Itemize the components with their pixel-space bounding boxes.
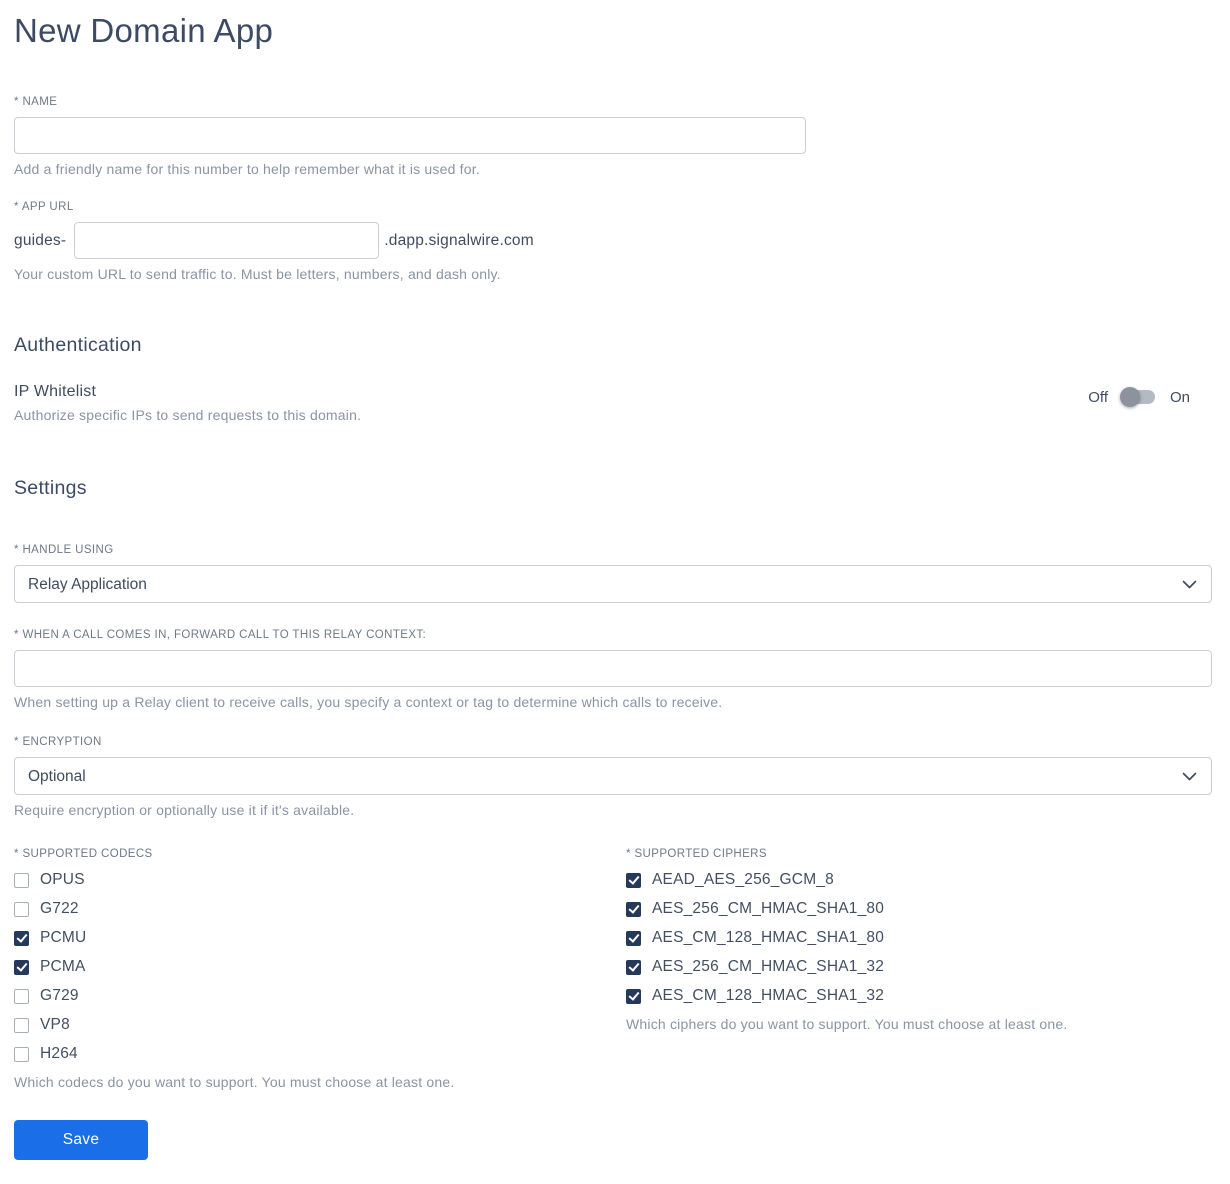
codec-checkbox[interactable]	[14, 1046, 29, 1062]
ip-whitelist-helper: Authorize specific IPs to send requests …	[14, 407, 362, 423]
new-domain-app-form: New Domain App * NAME Add a friendly nam…	[0, 0, 1230, 1184]
cipher-label[interactable]: AES_CM_128_HMAC_SHA1_80	[652, 929, 884, 947]
cipher-checkbox[interactable]	[626, 930, 641, 946]
relay-context-label: * WHEN A CALL COMES IN, FORWARD CALL TO …	[14, 629, 427, 641]
ciphers-helper: Which ciphers do you want to support. Yo…	[626, 1016, 1068, 1032]
codec-checkbox[interactable]	[14, 959, 29, 975]
cipher-label[interactable]: AEAD_AES_256_GCM_8	[652, 871, 834, 889]
cipher-row: AES_CM_128_HMAC_SHA1_80	[626, 929, 1212, 947]
codec-checkbox[interactable]	[14, 988, 29, 1004]
cipher-row: AES_256_CM_HMAC_SHA1_32	[626, 958, 1212, 976]
supported-ciphers-group: * SUPPORTED CIPHERS AEAD_AES_256_GCM_8 A…	[626, 848, 1212, 1032]
cipher-label[interactable]: AES_256_CM_HMAC_SHA1_32	[652, 958, 884, 976]
encryption-helper: Require encryption or optionally use it …	[14, 802, 355, 818]
app-url-label: * APP URL	[14, 201, 74, 213]
codec-row: OPUS	[14, 871, 626, 889]
supported-ciphers-label: * SUPPORTED CIPHERS	[626, 848, 767, 860]
toggle-on-label: On	[1169, 388, 1190, 406]
codec-checkbox[interactable]	[14, 1017, 29, 1033]
cipher-row: AES_256_CM_HMAC_SHA1_80	[626, 900, 1212, 918]
supported-codecs-group: * SUPPORTED CODECS OPUS G722 PCMU PCMA G…	[14, 848, 626, 1090]
codec-checkbox[interactable]	[14, 901, 29, 917]
encryption-select-wrap: Optional	[14, 757, 1212, 795]
app-url-prefix: guides-	[14, 231, 67, 249]
encryption-select[interactable]: Optional	[14, 757, 1212, 795]
supported-codecs-label: * SUPPORTED CODECS	[14, 848, 153, 860]
codec-row: G722	[14, 900, 626, 918]
relay-context-input[interactable]	[14, 650, 1212, 687]
codecs-ciphers-section: * SUPPORTED CODECS OPUS G722 PCMU PCMA G…	[14, 848, 1212, 1090]
codec-row: G729	[14, 987, 626, 1005]
name-helper: Add a friendly name for this number to h…	[14, 161, 480, 177]
codec-checkbox[interactable]	[14, 930, 29, 946]
codec-row: VP8	[14, 1016, 626, 1034]
handle-using-select-wrap: Relay Application	[14, 565, 1212, 603]
codec-label[interactable]: G722	[40, 900, 79, 918]
app-url-helper: Your custom URL to send traffic to. Must…	[14, 266, 501, 282]
app-url-input[interactable]	[74, 222, 380, 259]
name-input[interactable]	[14, 117, 806, 154]
codec-row: PCMU	[14, 929, 626, 947]
save-button[interactable]: Save	[14, 1120, 148, 1160]
name-field-group: * NAME Add a friendly name for this numb…	[14, 96, 1212, 177]
codec-label[interactable]: H264	[40, 1045, 78, 1063]
name-label: * NAME	[14, 96, 58, 108]
encryption-label: * ENCRYPTION	[14, 736, 102, 748]
toggle-off-label: Off	[1088, 388, 1108, 406]
cipher-checkbox[interactable]	[626, 901, 641, 917]
codec-label[interactable]: G729	[40, 987, 79, 1005]
handle-using-select[interactable]: Relay Application	[14, 565, 1212, 603]
codec-checkbox[interactable]	[14, 872, 29, 888]
app-url-field-group: * APP URL guides- .dapp.signalwire.com Y…	[14, 201, 1212, 282]
ip-whitelist-toggle[interactable]	[1119, 387, 1158, 407]
codec-label[interactable]: OPUS	[40, 871, 85, 889]
cipher-checkbox[interactable]	[626, 988, 641, 1004]
codecs-helper: Which codecs do you want to support. You…	[14, 1074, 455, 1090]
codec-label[interactable]: PCMU	[40, 929, 86, 947]
page-title: New Domain App	[14, 12, 274, 49]
cipher-label[interactable]: AES_256_CM_HMAC_SHA1_80	[652, 900, 884, 918]
settings-heading: Settings	[14, 477, 87, 499]
cipher-label[interactable]: AES_CM_128_HMAC_SHA1_32	[652, 987, 884, 1005]
relay-context-helper: When setting up a Relay client to receiv…	[14, 694, 723, 710]
codec-row: H264	[14, 1045, 626, 1063]
cipher-checkbox[interactable]	[626, 872, 641, 888]
cipher-row: AEAD_AES_256_GCM_8	[626, 871, 1212, 889]
app-url-suffix: .dapp.signalwire.com	[384, 231, 534, 249]
ip-whitelist-row: IP Whitelist Authorize specific IPs to s…	[14, 383, 1212, 423]
codec-row: PCMA	[14, 958, 626, 976]
authentication-heading: Authentication	[14, 334, 142, 356]
cipher-checkbox[interactable]	[626, 959, 641, 975]
toggle-knob-icon	[1119, 387, 1140, 407]
handle-using-label: * HANDLE USING	[14, 544, 114, 556]
ip-whitelist-label: IP Whitelist	[14, 383, 97, 400]
cipher-row: AES_CM_128_HMAC_SHA1_32	[626, 987, 1212, 1005]
codec-label[interactable]: PCMA	[40, 958, 86, 976]
codec-label[interactable]: VP8	[40, 1016, 70, 1034]
